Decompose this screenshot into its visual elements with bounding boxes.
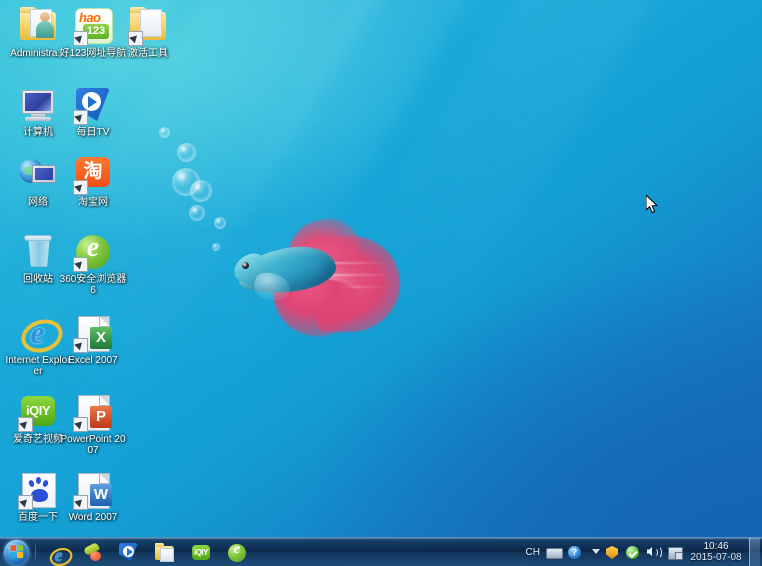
fin-streak: [332, 262, 388, 264]
taskbar-item-internet-explorer[interactable]: e: [41, 540, 75, 566]
bubble: [214, 217, 226, 229]
show-desktop-button[interactable]: [749, 538, 760, 566]
taskbar[interactable]: e iQIY e CH ? 10:46 2015-07-08: [0, 537, 762, 566]
taskbar-divider: [35, 542, 36, 562]
desktop-icon-word-2007[interactable]: W Word 2007: [57, 470, 129, 523]
icon-label: 360安全浏览器6: [59, 274, 127, 296]
play-icon: [73, 85, 113, 125]
taskbar-item-media[interactable]: [77, 540, 109, 564]
shortcut-arrow-icon: [73, 257, 88, 272]
bubble: [159, 127, 170, 138]
shortcut-arrow-icon: [18, 417, 33, 432]
baidu-paw-icon: [18, 470, 58, 510]
bubble: [190, 180, 212, 202]
network-icon[interactable]: [666, 544, 683, 560]
taskbar-item-meiri-tv[interactable]: [113, 540, 145, 564]
shortcut-arrow-icon: [73, 495, 88, 510]
desktop[interactable]: Administra... hao 123 好123网址导航 激活工具 计算机: [0, 0, 762, 566]
shortcut-arrow-icon: [128, 31, 143, 46]
start-button[interactable]: [2, 539, 32, 565]
betta-fish-illustration: [228, 211, 400, 348]
desktop-icon-excel-2007[interactable]: X Excel 2007: [57, 313, 129, 366]
fish-eye: [242, 262, 249, 269]
windows-orb-icon: [4, 540, 29, 565]
speaker-icon[interactable]: [645, 544, 662, 560]
shortcut-arrow-icon: [18, 495, 33, 510]
icon-label: Word 2007: [68, 512, 118, 523]
icon-label: 每日TV: [76, 127, 110, 138]
chevron-up-icon[interactable]: [587, 544, 600, 560]
taskbar-item-iqiyi[interactable]: iQIY: [185, 540, 217, 564]
play-icon: [119, 543, 139, 562]
hao123-icon: hao 123: [73, 6, 113, 46]
clock-time: 10:46: [703, 541, 729, 552]
icon-label: PowerPoint 2007: [60, 434, 126, 456]
word-icon: W: [73, 470, 113, 510]
ie-icon: e: [17, 313, 67, 358]
shortcut-arrow-icon: [73, 31, 88, 46]
computer-icon: [18, 85, 58, 125]
system-tray[interactable]: CH ? 10:46 2015-07-08: [522, 538, 762, 566]
shortcut-arrow-icon: [73, 180, 88, 195]
icon-label: Excel 2007: [68, 355, 118, 366]
excel-letter: X: [90, 327, 112, 349]
powerpoint-letter: P: [90, 406, 112, 428]
icon-label: 淘宝网: [78, 197, 108, 208]
ime-indicator[interactable]: CH: [526, 547, 540, 558]
fin-streak: [332, 274, 394, 276]
network-icon: [18, 155, 58, 195]
desktop-icon-powerpoint-2007[interactable]: P PowerPoint 2007: [57, 392, 129, 456]
clock[interactable]: 10:46 2015-07-08: [685, 541, 747, 563]
user-folder-icon: [18, 6, 58, 46]
shortcut-arrow-icon: [73, 417, 88, 432]
bubble: [177, 143, 196, 162]
folder-icon: [155, 543, 175, 562]
ie-letter: e: [30, 314, 45, 350]
hao-text: hao: [79, 10, 101, 25]
taobao-icon: 淘: [73, 155, 113, 195]
keyboard-icon[interactable]: [545, 544, 563, 560]
shortcut-arrow-icon: [73, 110, 88, 125]
shortcut-arrow-icon: [73, 338, 88, 353]
desktop-icon-activation-tool[interactable]: 激活工具: [112, 6, 184, 59]
taskbar-item-explorer[interactable]: [149, 540, 181, 564]
360-browser-icon: [73, 232, 113, 272]
taskbar-item-360-browser[interactable]: e: [221, 540, 253, 564]
shield-icon[interactable]: [603, 544, 620, 560]
360-browser-icon: e: [227, 541, 247, 562]
iqiyi-icon: iQIY: [18, 392, 58, 432]
question-circle-icon[interactable]: ?: [566, 544, 583, 560]
green-check-icon[interactable]: [624, 544, 641, 560]
desktop-icon-browser-360[interactable]: 360安全浏览器6: [57, 232, 129, 296]
recycle-bin-icon: [18, 232, 58, 272]
icon-label: 激活工具: [128, 48, 168, 59]
ie-icon: e: [47, 543, 75, 566]
clock-date: 2015-07-08: [690, 552, 742, 563]
media-icon: [83, 541, 103, 562]
desktop-icon-meiri-tv[interactable]: 每日TV: [57, 85, 129, 138]
desktop-icon-taobao[interactable]: 淘 淘宝网: [57, 155, 129, 208]
folder-icon: [128, 6, 168, 46]
bubble: [212, 243, 220, 251]
word-letter: W: [90, 484, 112, 506]
iqiyi-icon: iQIY: [191, 543, 211, 562]
excel-icon: X: [73, 313, 113, 353]
bubble: [189, 205, 205, 221]
powerpoint-icon: P: [73, 392, 113, 432]
